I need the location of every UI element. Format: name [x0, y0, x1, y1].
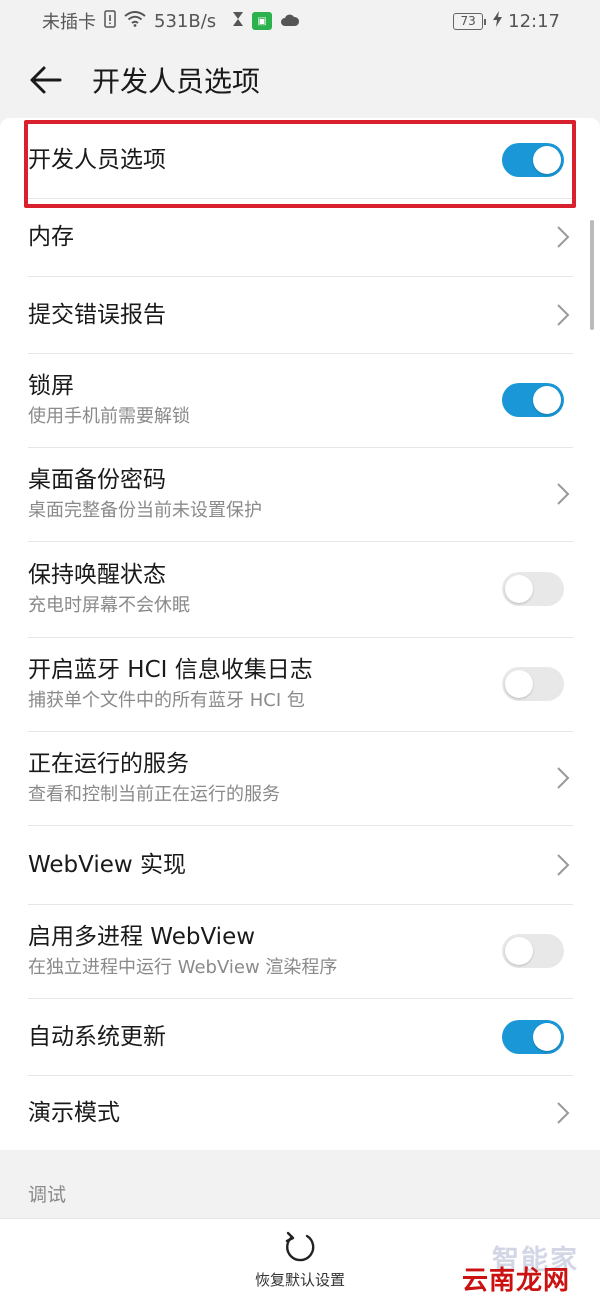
- toggle-knob: [533, 146, 561, 174]
- row-label: 正在运行的服务: [28, 750, 189, 777]
- developer-options-toggle[interactable]: [502, 143, 564, 177]
- toggle-knob: [505, 937, 533, 965]
- chevron-right-icon: [557, 1102, 570, 1124]
- row-subtitle: 捕获单个文件中的所有蓝牙 HCI 包: [28, 689, 305, 711]
- hourglass-icon: [232, 11, 244, 32]
- bluetooth-hci-toggle[interactable]: [502, 667, 564, 701]
- row-subtitle: 查看和控制当前正在运行的服务: [28, 783, 280, 805]
- chevron-right-icon: [557, 854, 570, 876]
- chevron-right-icon: [557, 304, 570, 326]
- row-label: 提交错误报告: [28, 302, 166, 328]
- row-label: 保持唤醒状态: [28, 561, 166, 588]
- wifi-icon: [124, 10, 146, 32]
- row-bug-report[interactable]: 提交错误报告: [0, 277, 600, 353]
- watermark-bottom: 云南龙网: [462, 1266, 571, 1296]
- back-arrow-icon: [30, 66, 62, 94]
- row-label: 内存: [28, 224, 74, 250]
- cloud-icon: [280, 11, 300, 32]
- restore-defaults-button[interactable]: 恢复默认设置: [250, 1229, 350, 1290]
- battery-level: 73: [460, 14, 476, 28]
- row-stay-awake[interactable]: 保持唤醒状态 充电时屏幕不会休眠: [0, 542, 600, 636]
- row-label: 开发人员选项: [28, 147, 166, 173]
- restore-defaults-label: 恢复默认设置: [254, 1271, 345, 1289]
- row-backup-password[interactable]: 桌面备份密码 桌面完整备份当前未设置保护: [0, 448, 600, 540]
- multiprocess-webview-toggle[interactable]: [502, 934, 564, 968]
- section-header-debug: 调试: [28, 1184, 67, 1206]
- charging-icon: [493, 10, 503, 32]
- toggle-knob: [505, 575, 533, 603]
- row-auto-system-update[interactable]: 自动系统更新: [0, 999, 600, 1075]
- chevron-right-icon: [557, 483, 570, 505]
- row-demo-mode[interactable]: 演示模式: [0, 1076, 600, 1150]
- refresh-icon: [285, 1231, 315, 1262]
- chevron-right-icon: [557, 226, 570, 248]
- toggle-knob: [505, 670, 533, 698]
- row-label: WebView 实现: [28, 852, 187, 878]
- carrier-label: 未插卡: [42, 12, 96, 33]
- toggle-knob: [533, 386, 561, 414]
- row-subtitle: 充电时屏幕不会休眠: [28, 594, 190, 616]
- row-subtitle: 在独立进程中运行 WebView 渲染程序: [28, 956, 338, 978]
- row-label: 开启蓝牙 HCI 信息收集日志: [28, 656, 313, 683]
- stay-awake-toggle[interactable]: [502, 572, 564, 606]
- scrollbar-thumb[interactable]: [590, 220, 594, 330]
- row-label: 演示模式: [28, 1100, 120, 1126]
- status-bar: 未插卡 531B/s ▣ 73 12:17: [0, 0, 600, 42]
- row-running-services[interactable]: 正在运行的服务 查看和控制当前正在运行的服务: [0, 732, 600, 824]
- row-label: 自动系统更新: [28, 1024, 166, 1050]
- iqiyi-app-icon: ▣: [252, 12, 273, 30]
- toggle-knob: [533, 1023, 561, 1051]
- row-subtitle: 使用手机前需要解锁: [28, 405, 190, 427]
- row-memory[interactable]: 内存: [0, 199, 600, 275]
- row-label: 桌面备份密码: [28, 466, 166, 493]
- title-bar: 开发人员选项: [0, 42, 600, 118]
- row-webview-implementation[interactable]: WebView 实现: [0, 826, 600, 904]
- settings-list: 开发人员选项 内存 提交错误报告 锁屏 使用手机前需要解锁 桌面备份密码 桌面完…: [0, 118, 600, 1150]
- clock: 12:17: [508, 10, 560, 32]
- auto-update-toggle[interactable]: [502, 1020, 564, 1054]
- network-speed: 531B/s: [154, 10, 217, 32]
- row-label: 锁屏: [28, 372, 74, 399]
- row-subtitle: 桌面完整备份当前未设置保护: [28, 499, 262, 521]
- watermark: 智能家 云南龙网: [462, 1238, 594, 1298]
- lock-screen-toggle[interactable]: [502, 383, 564, 417]
- row-lock-screen[interactable]: 锁屏 使用手机前需要解锁: [0, 354, 600, 446]
- row-multiprocess-webview[interactable]: 启用多进程 WebView 在独立进程中运行 WebView 渲染程序: [0, 905, 600, 997]
- battery-indicator: 73: [453, 12, 487, 30]
- chevron-right-icon: [557, 767, 570, 789]
- row-developer-options[interactable]: 开发人员选项: [0, 120, 600, 200]
- row-bluetooth-hci-log[interactable]: 开启蓝牙 HCI 信息收集日志 捕获单个文件中的所有蓝牙 HCI 包: [0, 638, 600, 730]
- page-title: 开发人员选项: [92, 65, 261, 98]
- sim-alert-icon: [104, 9, 116, 33]
- back-button[interactable]: [0, 42, 92, 118]
- row-label: 启用多进程 WebView: [28, 923, 256, 950]
